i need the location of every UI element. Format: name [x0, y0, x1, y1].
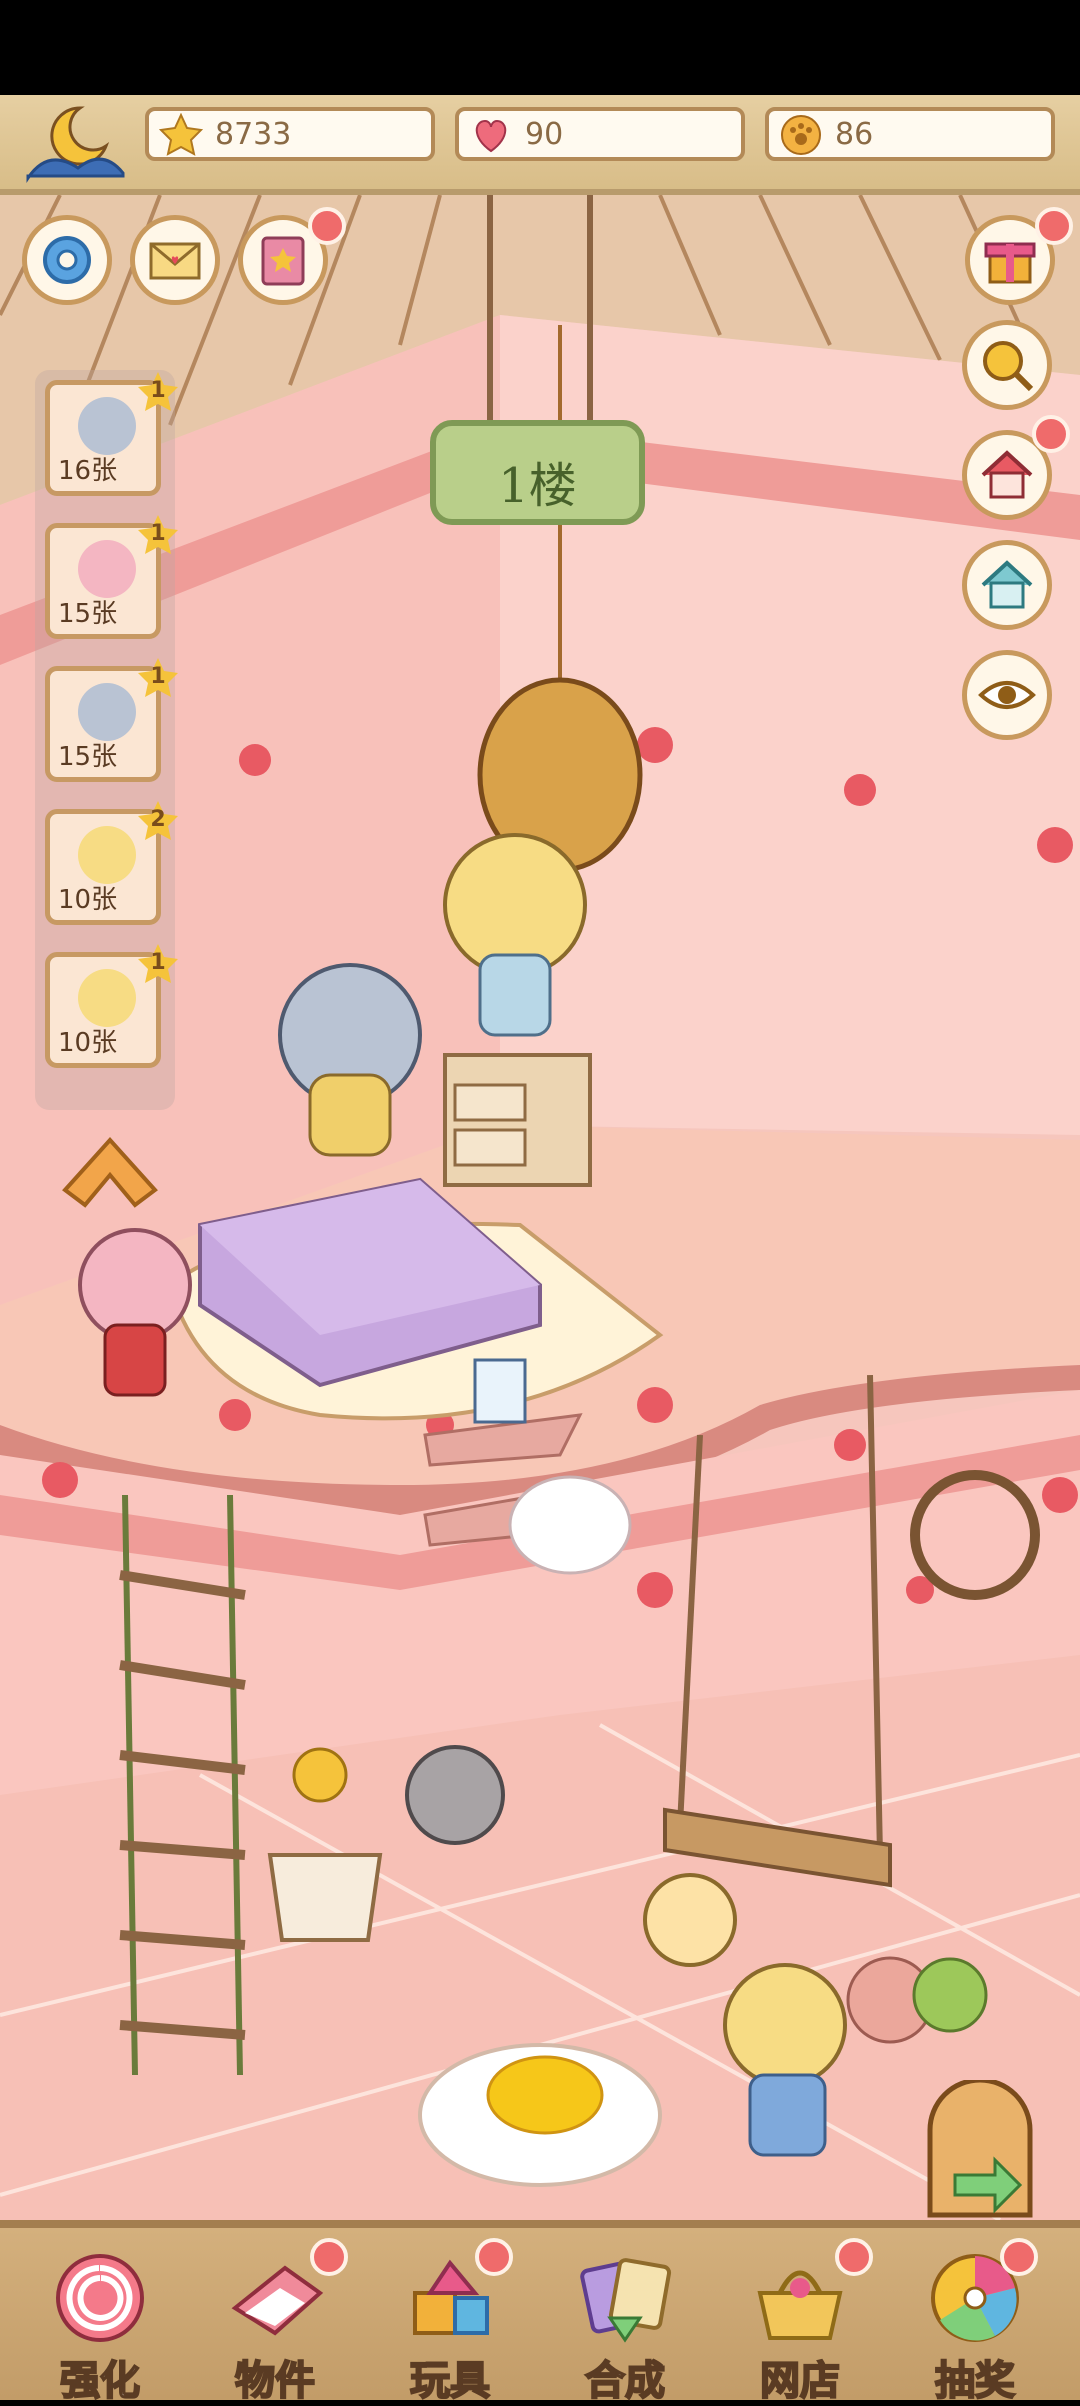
floor-sign-label: 1楼 [498, 458, 577, 514]
hearts-counter: 90 [455, 107, 745, 161]
card-count: 10张 [58, 1028, 118, 1058]
paw-search-button[interactable] [962, 320, 1052, 410]
cards-merge-icon [580, 2258, 672, 2343]
nav-toys-label: 玩具 [409, 2357, 491, 2405]
floor-sign[interactable]: 1楼 [430, 420, 645, 525]
book-icon [261, 236, 305, 286]
winged-heart-icon [475, 119, 507, 153]
hearts-value: 90 [525, 117, 564, 152]
paws-value: 86 [835, 117, 874, 152]
nav-lottery-label: 抽奖 [934, 2357, 1016, 2405]
room-scene: 1楼 16张 1 15张 1 15张 1 10张 2 10张 1 [0, 195, 1080, 2220]
house-notification-dot [1032, 415, 1070, 453]
envelope-icon [149, 242, 201, 280]
shop-notification-dot [835, 2238, 873, 2276]
gift-notification-dot [1035, 207, 1073, 245]
settings-button[interactable] [22, 215, 112, 305]
bottom-nav: 强化 物件 玩具 合成 网店 抽奖 [0, 2220, 1080, 2405]
gift-icon [984, 242, 1036, 284]
magnifier-paw-icon [983, 341, 1034, 392]
nav-enhance-label: 强化 [59, 2357, 141, 2405]
card-count: 15张 [58, 742, 118, 772]
nav-shop-label: 网店 [759, 2357, 841, 2405]
lottery-notification-dot [1000, 2238, 1038, 2276]
stars-counter: 8733 [145, 107, 435, 161]
character-portrait [78, 969, 136, 1027]
gear-icon [43, 236, 91, 284]
moon-night-icon[interactable] [20, 98, 130, 186]
paw-coin-icon [781, 115, 821, 155]
nav-enhance-button[interactable]: 强化 [25, 2248, 175, 2405]
card-count: 16张 [58, 456, 118, 486]
stars-value: 8733 [215, 117, 292, 152]
book-notification-dot [308, 207, 346, 245]
card-badge-star: 1 [135, 656, 181, 702]
nav-merge-button[interactable]: 合成 [550, 2248, 700, 2405]
exit-door-icon[interactable] [915, 2080, 1045, 2220]
resource-bar: 8733 90 86 [0, 95, 1080, 195]
character-card-list[interactable]: 16张 1 15张 1 15张 1 10张 2 10张 1 [35, 370, 178, 1110]
lollipop-icon [56, 2254, 144, 2342]
toys-notification-dot [475, 2238, 513, 2276]
nav-merge-label: 合成 [584, 2357, 666, 2405]
house-icon [981, 450, 1033, 499]
star-icon [159, 113, 203, 156]
eye-icon [978, 681, 1036, 709]
card-badge-star: 1 [135, 370, 181, 416]
status-bar [0, 0, 1080, 95]
nav-items-label: 物件 [234, 2357, 316, 2405]
character-portrait [78, 683, 136, 741]
home-switch-button[interactable] [962, 540, 1052, 630]
card-count: 10张 [58, 885, 118, 915]
paws-counter: 86 [765, 107, 1055, 161]
mail-button[interactable] [130, 215, 220, 305]
sign-ropes [487, 195, 593, 430]
character-portrait [78, 397, 136, 455]
items-notification-dot [310, 2238, 348, 2276]
collapse-up-arrow-icon[interactable] [55, 1120, 165, 1215]
character-portrait [78, 540, 136, 598]
card-badge-star: 2 [135, 799, 181, 845]
view-button[interactable] [962, 650, 1052, 740]
card-badge-star: 1 [135, 942, 181, 988]
house-arrows-icon [981, 560, 1033, 609]
card-count: 15张 [58, 599, 118, 629]
character-portrait [78, 826, 136, 884]
card-badge-star: 1 [135, 513, 181, 559]
